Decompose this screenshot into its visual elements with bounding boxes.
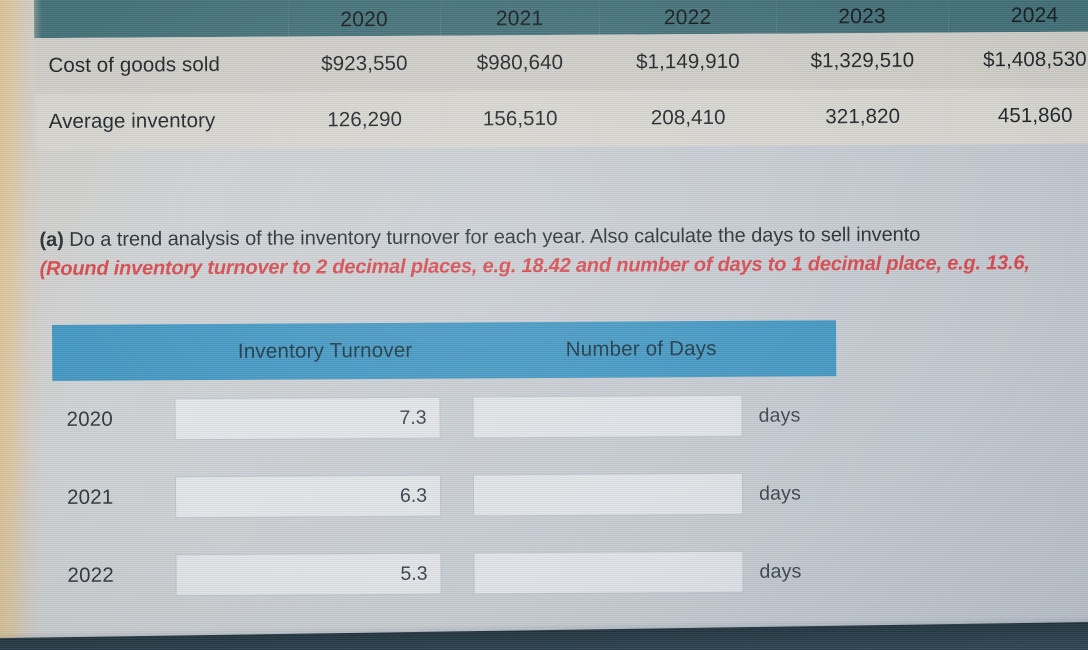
days-unit-label: days xyxy=(759,559,802,583)
cogs-2021: $980,640 xyxy=(440,34,600,92)
avg-inventory-2023: 321,820 xyxy=(776,88,949,146)
number-of-days-input-2022[interactable] xyxy=(473,550,744,595)
answer-row-year-label: 2022 xyxy=(67,563,114,587)
inventory-turnover-input-2022[interactable]: 5.3 xyxy=(175,552,442,597)
cogs-2023: $1,329,510 xyxy=(776,32,949,90)
table-row: Average inventory 126,290 156,510 208,41… xyxy=(34,87,1088,151)
answer-row-2020: 2020 7.3 days xyxy=(52,376,836,459)
data-table-corner-header xyxy=(33,0,289,39)
row-label-average-inventory: Average inventory xyxy=(34,92,289,151)
data-column-header-2021: 2021 xyxy=(439,0,600,36)
data-column-header-2023: 2023 xyxy=(775,0,949,34)
days-unit-label: days xyxy=(758,403,801,427)
cogs-2020: $923,550 xyxy=(288,35,441,93)
table-row: Cost of goods sold $923,550 $980,640 $1,… xyxy=(34,31,1088,95)
cogs-2022: $1,149,910 xyxy=(599,33,777,91)
data-column-header-2022: 2022 xyxy=(598,0,777,35)
answer-entry-table: Inventory Turnover Number of Days 2020 7… xyxy=(51,320,838,615)
avg-inventory-2024: 451,860 xyxy=(948,87,1088,145)
days-unit-label: days xyxy=(758,481,802,505)
financial-data-table: 2020 2021 2022 2023 2024 Cost of goods s… xyxy=(33,0,1088,151)
number-of-days-input-2021[interactable] xyxy=(472,472,744,517)
avg-inventory-2020: 126,290 xyxy=(288,91,441,149)
question-prompt-line: (a) Do a trend analysis of the inventory… xyxy=(39,220,1088,253)
inventory-turnover-input-2020[interactable]: 7.3 xyxy=(174,396,441,441)
question-rounding-note: (Round inventory turnover to 2 decimal p… xyxy=(39,252,1030,281)
avg-inventory-2021: 156,510 xyxy=(440,90,600,148)
number-of-days-input-2020[interactable] xyxy=(472,394,743,439)
avg-inventory-2022: 208,410 xyxy=(599,89,777,147)
inventory-turnover-input-2021[interactable]: 6.3 xyxy=(174,474,442,519)
data-column-header-2020: 2020 xyxy=(287,0,441,37)
row-label-cost-of-goods-sold: Cost of goods sold xyxy=(34,36,289,95)
question-block: (a) Do a trend analysis of the inventory… xyxy=(39,220,1088,283)
answer-column-header-number-of-days: Number of Days xyxy=(565,336,717,361)
answer-table-corner-header xyxy=(52,352,174,353)
answer-table-header-row: Inventory Turnover Number of Days xyxy=(51,320,837,382)
data-column-header-2024: 2024 xyxy=(947,0,1088,33)
answer-column-header-inventory-turnover: Inventory Turnover xyxy=(237,338,413,363)
question-part-label: (a) xyxy=(39,228,64,252)
answer-row-2022: 2022 5.3 days xyxy=(53,532,837,615)
answer-row-year-label: 2020 xyxy=(66,407,114,431)
document-content: 2020 2021 2022 2023 2024 Cost of goods s… xyxy=(0,0,1088,650)
answer-row-year-label: 2021 xyxy=(66,485,114,509)
cogs-2024: $1,408,530 xyxy=(948,31,1088,89)
question-prompt-text: Do a trend analysis of the inventory tur… xyxy=(63,223,921,251)
photographed-screen: 2020 2021 2022 2023 2024 Cost of goods s… xyxy=(0,0,1088,650)
answer-row-2021: 2021 6.3 days xyxy=(53,454,837,537)
